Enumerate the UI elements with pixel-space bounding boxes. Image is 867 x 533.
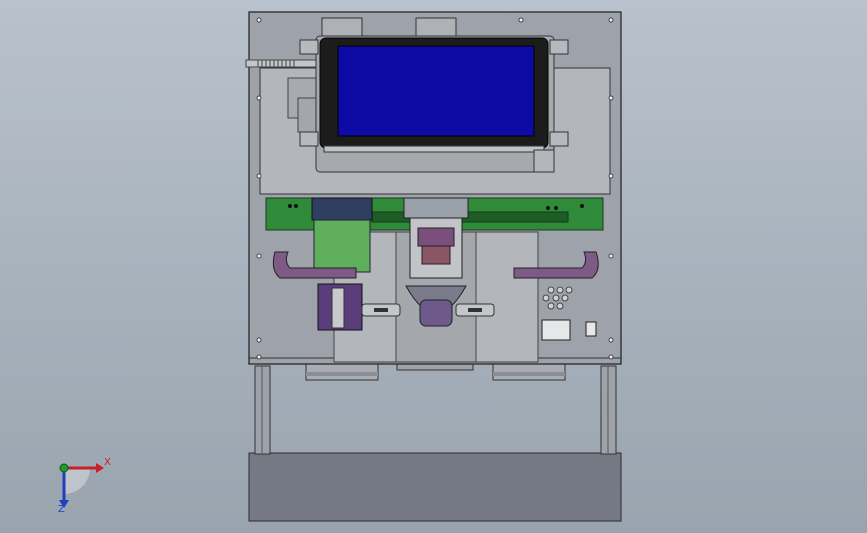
z-axis-label: Z xyxy=(58,504,65,515)
base-block xyxy=(248,452,622,522)
connector-port xyxy=(541,319,571,341)
switch xyxy=(585,321,597,337)
model-drawing xyxy=(59,11,622,522)
x-axis-label: X xyxy=(104,457,111,468)
cad-viewport[interactable]: X Z xyxy=(0,0,867,533)
display-screen xyxy=(337,45,535,137)
axis-triad xyxy=(59,463,104,508)
screw xyxy=(245,59,317,68)
